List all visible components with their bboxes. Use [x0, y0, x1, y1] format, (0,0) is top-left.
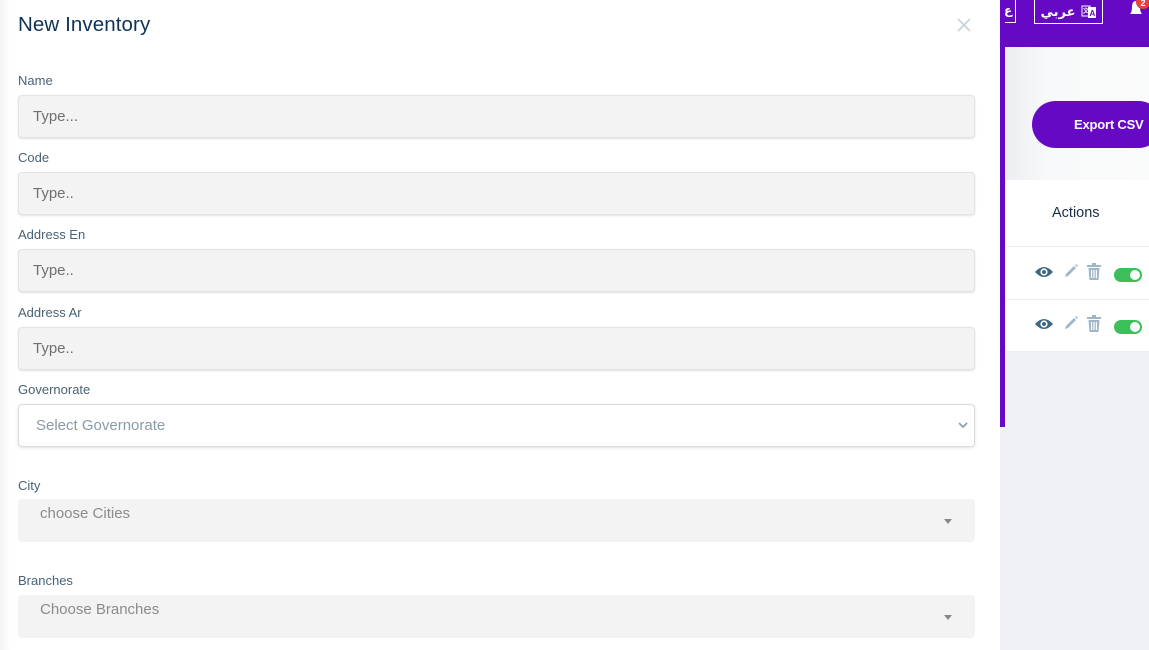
data-table: Actions [1006, 180, 1149, 352]
governorate-select[interactable]: Select Governorate [18, 404, 975, 447]
modal-title: New Inventory [18, 13, 151, 36]
address-en-input[interactable] [18, 249, 975, 292]
eye-icon[interactable] [1034, 265, 1054, 279]
caret-down-icon [944, 615, 952, 620]
address-en-label: Address En [18, 227, 86, 242]
code-label: Code [18, 150, 50, 165]
language-label: عربي [1040, 3, 1076, 19]
eye-icon[interactable] [1034, 317, 1054, 331]
close-icon[interactable] [955, 16, 973, 34]
branches-multiselect[interactable]: Choose Branches [18, 595, 975, 638]
chevron-down-icon [958, 422, 968, 429]
translate-icon: A 文 [1081, 5, 1096, 18]
name-label: Name [18, 73, 53, 88]
actions-header-label: Actions [1052, 205, 1100, 221]
trash-icon[interactable] [1086, 315, 1102, 333]
export-csv-button[interactable]: Export CSV [1032, 101, 1149, 148]
city-multiselect[interactable]: choose Cities [18, 499, 975, 542]
pencil-icon[interactable] [1063, 263, 1079, 279]
pencil-icon[interactable] [1063, 315, 1079, 331]
code-input[interactable] [18, 172, 975, 215]
table-row [1006, 300, 1149, 352]
status-toggle[interactable] [1114, 268, 1142, 282]
notification-badge: 2 [1136, 0, 1149, 9]
modal-scrollbar[interactable] [1000, 0, 1005, 427]
background-app: ع عربي A 文 2 Export CSV Actions [1003, 0, 1149, 650]
svg-text:A: A [1089, 9, 1095, 18]
city-label: City [18, 478, 41, 493]
language-toggle-button[interactable]: عربي A 文 [1034, 0, 1103, 24]
caret-down-icon [944, 519, 952, 524]
status-toggle[interactable] [1114, 320, 1142, 334]
page-background [1006, 352, 1149, 650]
branches-label: Branches [18, 573, 73, 588]
svg-text:文: 文 [1082, 7, 1090, 15]
table-row [1006, 248, 1149, 300]
branches-placeholder: Choose Branches [40, 601, 160, 618]
address-ar-input[interactable] [18, 327, 975, 370]
actions-column-header: Actions [1006, 180, 1149, 247]
top-bar: ع عربي A 文 2 [1003, 0, 1149, 47]
governorate-label: Governorate [18, 382, 91, 397]
trash-icon[interactable] [1086, 263, 1102, 281]
city-placeholder: choose Cities [40, 505, 131, 522]
modal-edge-shadow [0, 0, 10, 650]
name-input[interactable] [18, 95, 975, 138]
new-inventory-modal: New Inventory Name Code Address En Addre… [0, 0, 1000, 650]
address-ar-label: Address Ar [18, 305, 82, 320]
governorate-selected-value: Select Governorate [36, 417, 166, 434]
